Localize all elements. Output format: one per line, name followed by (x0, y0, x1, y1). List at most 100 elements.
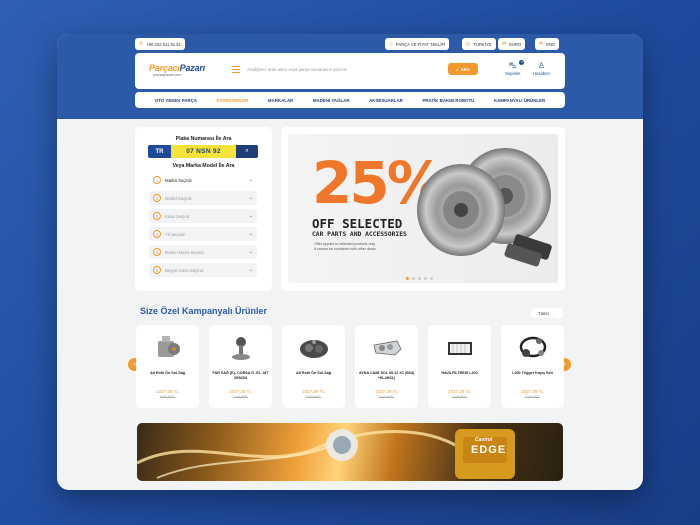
plate-number-input[interactable]: 07 NSN 92 (171, 145, 236, 158)
product-price: 1037,29 TL (375, 389, 398, 394)
model-select[interactable]: 2 Model Seçiniz ⌄ (149, 191, 257, 205)
product-name: HAVA FİLTRESİ L200 (441, 371, 478, 375)
product-price: 1037,29 TL (448, 389, 471, 394)
cart-count-badge: 0 (519, 60, 525, 65)
nav-item-oto-yedek-parca[interactable]: OTO YEDEK PARÇA (155, 98, 197, 103)
promo-slide: 25% OFF SELECTED CAR PARTS AND ACCESSORI… (288, 134, 558, 283)
country-label: TÜRKİYE (473, 41, 492, 47)
nav-item-markalar[interactable]: MARKALAR (268, 98, 293, 103)
product-name: L200 Trigger Kayış Seti (512, 371, 553, 375)
product-old-price: 1049,99TL (378, 395, 395, 399)
slider-dot[interactable] (424, 277, 427, 280)
site-logo[interactable]: ParçacıPazarı parcacipazari.com (149, 63, 205, 77)
hamburger-menu-icon[interactable] (232, 66, 240, 74)
step-number: 2 (153, 194, 161, 202)
nav-item-pratik-bakim-robotu[interactable]: PRATİK BAKIM ROBOTU (422, 98, 474, 103)
account-label: Hesabım (533, 71, 550, 76)
cart-button[interactable]: ⛍ 0 Sepetim (505, 60, 525, 76)
parts-offer-pill[interactable]: ◇ PARÇA VE FİYAT TEKLİFİ (385, 38, 450, 50)
product-price: 1037,29 TL (302, 389, 325, 394)
product-old-price: 1049,99TL (232, 395, 249, 399)
nav-item-aksesuarlar[interactable]: AKSESUARLAR (369, 98, 403, 103)
select-label: Beygir Gücü Seçiniz (165, 267, 204, 273)
headlight-icon (373, 340, 402, 356)
phone-icon: ✆ (139, 41, 144, 47)
currency-icon: ⇄ (502, 41, 507, 47)
body-select[interactable]: 3 Kasa Seçiniz ⌄ (149, 209, 257, 223)
slider-dot[interactable] (406, 277, 409, 280)
currency-pill[interactable]: ⇄ EURO (498, 38, 526, 50)
product-old-price: 1049,99TL (305, 395, 322, 399)
user-icon: ♙ (537, 61, 545, 70)
model-search-title: Veya Marka Model İle Ara (172, 163, 235, 169)
belt-kit-icon (519, 336, 547, 358)
search-input[interactable]: Aradığınız ürün adını veya parça numaras… (247, 67, 347, 72)
brand-select[interactable]: 1 Marka Seçiniz ⌄ (149, 173, 257, 187)
promo-note-2: It cannot be combined with other deals. (314, 247, 377, 251)
plate-search-field[interactable]: TR 07 NSN 92 ⌕ (148, 145, 258, 158)
horsepower-select[interactable]: 6 Beygir Gücü Seçiniz ⌄ (149, 263, 257, 277)
view-all-button[interactable]: Tümü → (531, 308, 563, 318)
parts-offer-label: PARÇA VE FİYAT TEKLİFİ (395, 41, 446, 47)
logo-part2: Pazarı (179, 63, 206, 73)
oil-banner[interactable]: Castrol EDGE (137, 423, 563, 481)
language-icon: ⇆ (539, 41, 544, 47)
cart-icon: ⛍ 0 (508, 60, 525, 70)
chevron-down-icon: ⌄ (248, 195, 253, 201)
browser-window: ✆ +90 242 511 51 51 ◇ PARÇA VE FİYAT TEK… (57, 34, 643, 490)
product-old-price: 1049,99TL (451, 395, 468, 399)
phone-number: +90 242 511 51 51 (146, 41, 181, 47)
chevron-down-icon: ⌄ (248, 177, 253, 183)
language-pill[interactable]: ⇆ ENG (535, 38, 560, 50)
arrow-right-icon: → (551, 310, 556, 316)
brake-disc-image (417, 148, 552, 267)
globe-icon: ◎ (466, 41, 471, 47)
ball-joint-icon (232, 337, 250, 360)
step-number: 3 (153, 212, 161, 220)
product-card[interactable]: AYNA CAMI SOL 09-12 X1 (E84) +IS-4HSL) 1… (355, 325, 418, 408)
nav-item-kategoriler[interactable]: KATEGORİLER (217, 98, 249, 103)
slider-dots[interactable] (406, 277, 433, 280)
phone-pill[interactable]: ✆ +90 242 511 51 51 (135, 38, 185, 50)
slider-dot[interactable] (418, 277, 421, 280)
product-card[interactable]: HAVA FİLTRESİ L200 1037,29 TL 1049,99TL (428, 325, 491, 408)
select-label: Marka Seçiniz (165, 177, 192, 183)
chevron-down-icon: ⌄ (248, 249, 253, 255)
slider-dot[interactable] (430, 277, 433, 280)
account-button[interactable]: ♙ Hesabım (533, 61, 550, 76)
site-header: ParçacıPazarı parcacipazari.com Aradığın… (135, 53, 565, 89)
select-label: Model Seçiniz (165, 195, 192, 201)
step-number: 4 (153, 230, 161, 238)
nav-item-kampanyali-urunler[interactable]: KAMPANYALI ÜRÜNLER (494, 98, 545, 103)
oil-brand-label: Castrol (475, 437, 493, 443)
promo-banner[interactable]: 25% OFF SELECTED CAR PARTS AND ACCESSORI… (281, 127, 565, 291)
logo-subtitle: parcacipazari.com (153, 73, 182, 77)
search-button[interactable]: ⌕ ARA (448, 63, 478, 75)
promo-note-1: Offer applies to selected products only. (314, 242, 376, 246)
plate-search-title: Plaka Numarası İle Ara (175, 136, 232, 142)
product-card[interactable]: L200 Trigger Kayış Seti 1037,29 TL 1049,… (501, 325, 564, 408)
product-card[interactable]: FAR SAĞ (E)- CORSA D -EL -MT XENON 1037,… (209, 325, 272, 408)
product-old-price: 1049,99TL (524, 395, 541, 399)
product-card[interactable]: Alt Rotil Ön Sol-Sağ 1037,29 TL 1049,99T… (282, 325, 345, 408)
plate-country-code: TR (148, 145, 171, 158)
step-number: 6 (153, 266, 161, 274)
currency-label: EURO (509, 41, 522, 47)
product-name: Alt Rotil Ön Sol-Sağ (295, 371, 332, 375)
main-nav: OTO YEDEK PARÇA KATEGORİLER MARKALAR MAD… (135, 92, 565, 108)
slider-dot[interactable] (412, 277, 415, 280)
year-select[interactable]: 4 Yıl Seçiniz ⌄ (149, 227, 257, 241)
product-price: 1037,29 TL (229, 389, 252, 394)
country-pill[interactable]: ◎ TÜRKİYE (462, 38, 496, 50)
plate-search-button[interactable]: ⌕ (236, 145, 258, 158)
engine-select[interactable]: 5 Motor Hacmi Seçiniz ⌄ (149, 245, 257, 259)
campaign-section-title: Size Özel Kampanyalı Ürünler (140, 306, 268, 316)
air-filter-icon (448, 342, 472, 355)
nav-item-madeni-yaglar[interactable]: MADENİ YAĞLAR (313, 98, 350, 103)
select-label: Kasa Seçiniz (165, 213, 190, 219)
utility-bar: ✆ +90 242 511 51 51 ◇ PARÇA VE FİYAT TEK… (135, 38, 565, 50)
promo-headline: OFF SELECTED (312, 216, 403, 231)
product-name: Alt Rotil Ön Sol-Sağ (149, 371, 186, 375)
product-card[interactable]: Alt Rotil Ön Sol-Sağ 1037,29 TL 1049,99T… (136, 325, 199, 408)
chevron-down-icon: ⌄ (248, 231, 253, 237)
